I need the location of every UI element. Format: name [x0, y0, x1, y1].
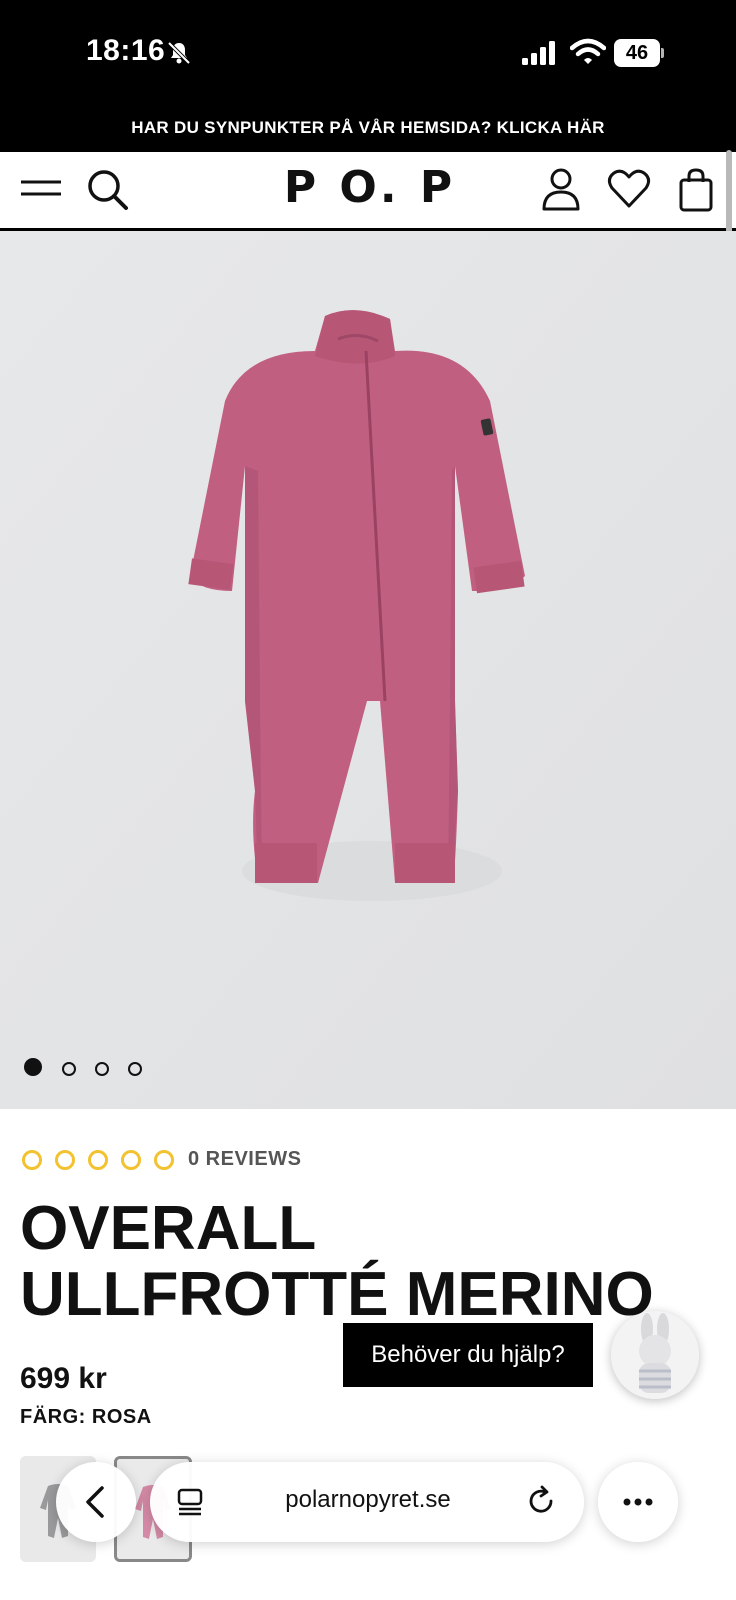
- battery-level: 46: [614, 39, 660, 67]
- rating-star-icon: [121, 1150, 141, 1170]
- gallery-dot-3[interactable]: [95, 1062, 109, 1076]
- help-chat-button[interactable]: Behöver du hjälp?: [343, 1323, 593, 1387]
- gallery-dot-4[interactable]: [128, 1062, 142, 1076]
- browser-address-bar[interactable]: polarnopyret.se: [150, 1462, 584, 1542]
- browser-back-button[interactable]: [56, 1462, 136, 1542]
- bunny-plush-icon: [611, 1311, 699, 1399]
- rating-star-icon: [154, 1150, 174, 1170]
- bell-slash-icon: [167, 41, 191, 65]
- rating-star-icon: [22, 1150, 42, 1170]
- battery-icon: 46: [614, 39, 664, 67]
- rating-star-icon: [55, 1150, 75, 1170]
- heart-icon[interactable]: [606, 166, 652, 212]
- status-time: 18:16: [86, 34, 166, 67]
- url-text[interactable]: polarnopyret.se: [240, 1486, 496, 1514]
- product-image-gallery[interactable]: [0, 231, 736, 1109]
- product-title: OVERALL ULLFROTTÉ MERINO: [20, 1194, 654, 1329]
- product-image: [0, 231, 736, 1109]
- tabs-icon[interactable]: [174, 1486, 206, 1518]
- wifi-icon: [570, 38, 606, 64]
- more-icon: [623, 1498, 653, 1506]
- browser-more-button[interactable]: [598, 1462, 678, 1542]
- menu-icon[interactable]: [18, 166, 64, 212]
- help-chat-avatar[interactable]: [611, 1311, 699, 1399]
- site-header: P O. P: [0, 152, 736, 231]
- user-icon[interactable]: [538, 166, 584, 212]
- back-icon: [86, 1486, 104, 1518]
- product-price: 699 kr: [20, 1362, 107, 1395]
- reviews-count[interactable]: 0 REVIEWS: [188, 1148, 301, 1171]
- rating-star-icon: [88, 1150, 108, 1170]
- feedback-banner[interactable]: HAR DU SYNPUNKTER PÅ VÅR HEMSIDA? KLICKA…: [0, 108, 736, 152]
- gallery-dot-2[interactable]: [62, 1062, 76, 1076]
- site-logo[interactable]: P O. P: [280, 162, 460, 213]
- bag-icon[interactable]: [673, 166, 719, 212]
- status-bar: 18:16 46: [0, 0, 736, 108]
- reload-icon[interactable]: [524, 1484, 558, 1518]
- search-icon[interactable]: [84, 166, 130, 212]
- product-color: FÄRG: ROSA: [20, 1406, 152, 1428]
- gallery-dot-1[interactable]: [24, 1058, 42, 1076]
- signal-icon: [522, 41, 555, 65]
